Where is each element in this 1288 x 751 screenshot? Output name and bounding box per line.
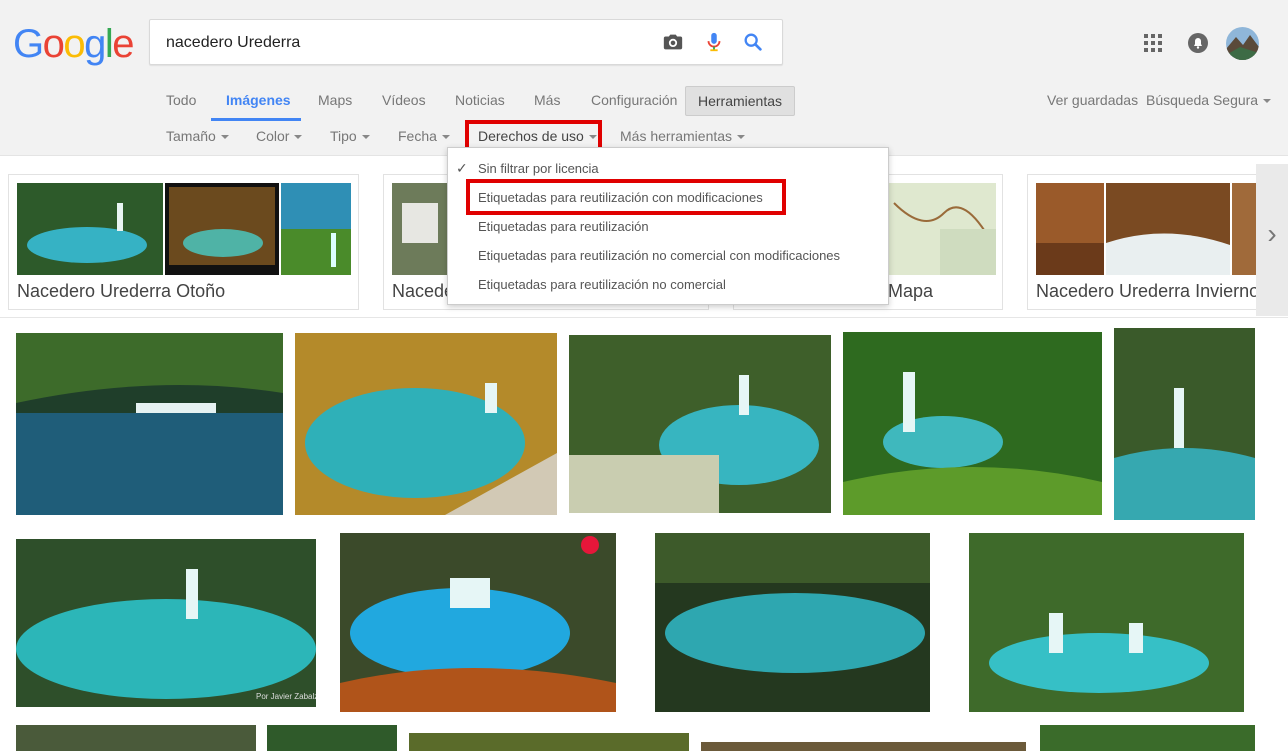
camera-icon[interactable]: [662, 31, 684, 53]
header: Google Todo Imágenes Maps Vídeos Noticia…: [0, 0, 1288, 156]
menu-item-sin-filtrar[interactable]: Sin filtrar por licencia: [478, 161, 599, 176]
related-thumb: [1036, 183, 1104, 275]
related-thumb: [1106, 183, 1230, 275]
chevron-down-icon: [1263, 99, 1272, 104]
tool-fecha[interactable]: Fecha: [398, 128, 450, 144]
google-logo[interactable]: Google: [13, 22, 134, 67]
image-result[interactable]: Por Javier Zabalza: [16, 539, 316, 707]
search-input[interactable]: [164, 20, 648, 66]
related-thumb: [165, 183, 279, 275]
tool-mas-herramientas[interactable]: Más herramientas: [620, 128, 746, 144]
image-result[interactable]: [701, 742, 1026, 751]
tool-label: Color: [256, 128, 290, 144]
menu-item-no-comercial[interactable]: Etiquetadas para reutilización no comerc…: [478, 277, 726, 292]
tool-label: Tamaño: [166, 128, 216, 144]
chevron-down-icon: [220, 135, 229, 140]
saved-link[interactable]: Ver guardadas: [1047, 92, 1138, 108]
tool-label: Tipo: [330, 128, 357, 144]
chevron-down-icon: [441, 135, 450, 140]
tab-todo[interactable]: Todo: [166, 92, 196, 108]
microphone-icon[interactable]: [703, 31, 725, 53]
search-icon[interactable]: [742, 31, 764, 53]
chevron-down-icon: [294, 135, 303, 140]
image-result[interactable]: [655, 533, 930, 712]
image-watermark: Por Javier Zabalza: [256, 692, 316, 701]
image-result[interactable]: [569, 335, 831, 513]
tool-color[interactable]: Color: [256, 128, 303, 144]
tab-imagenes[interactable]: Imágenes: [226, 92, 291, 108]
active-tab-indicator: [211, 118, 301, 121]
image-result[interactable]: [340, 533, 616, 712]
image-result[interactable]: [16, 725, 256, 751]
safe-search-label: Búsqueda Segura: [1146, 92, 1259, 108]
tab-configuracion[interactable]: Configuración: [591, 92, 677, 108]
image-result[interactable]: [295, 333, 557, 515]
divider: [0, 317, 1288, 318]
notifications-icon[interactable]: [1187, 32, 1209, 54]
related-thumb: [1232, 183, 1258, 275]
safe-search-dropdown[interactable]: Búsqueda Segura: [1146, 92, 1272, 108]
tools-button[interactable]: Herramientas: [685, 86, 795, 116]
image-result[interactable]: [1114, 328, 1255, 520]
tab-videos[interactable]: Vídeos: [382, 92, 426, 108]
image-result[interactable]: [409, 733, 689, 751]
related-thumb: [392, 183, 448, 275]
related-label: Nacedero Urederra Otoño: [17, 281, 226, 301]
related-search-card[interactable]: Nacedero Urederra Otoño: [8, 174, 359, 310]
account-avatar[interactable]: [1226, 27, 1259, 60]
highlight-reuse-with-modifications: [466, 179, 786, 215]
image-result[interactable]: [1040, 725, 1255, 751]
related-search-card[interactable]: Nacedero Urederra Invierno: [1027, 174, 1259, 310]
search-box: [149, 19, 783, 66]
image-result[interactable]: [843, 332, 1102, 515]
tool-tamano[interactable]: Tamaño: [166, 128, 229, 144]
menu-item-reutilizacion[interactable]: Etiquetadas para reutilización: [478, 219, 649, 234]
usage-rights-menu: ✓ Sin filtrar por licencia Etiquetadas p…: [447, 147, 889, 305]
menu-item-no-comercial-modificaciones[interactable]: Etiquetadas para reutilización no comerc…: [478, 248, 840, 263]
tab-mas[interactable]: Más: [534, 92, 560, 108]
related-label: Nacedero Urederra Invierno: [1036, 281, 1259, 301]
image-result[interactable]: [267, 725, 397, 751]
tab-noticias[interactable]: Noticias: [455, 92, 505, 108]
related-thumb: [17, 183, 163, 275]
image-result[interactable]: [969, 533, 1244, 712]
tool-tipo[interactable]: Tipo: [330, 128, 370, 144]
tool-label: Fecha: [398, 128, 437, 144]
checkmark-icon: ✓: [456, 160, 468, 176]
related-thumb: [884, 183, 996, 275]
chevron-down-icon: [361, 135, 370, 140]
image-result[interactable]: [16, 333, 283, 515]
tools-row: Tamaño Color Tipo Fecha Derechos de uso …: [0, 126, 900, 146]
apps-grid-icon[interactable]: [1144, 34, 1162, 52]
tool-label: Más herramientas: [620, 128, 733, 144]
chevron-down-icon: [737, 135, 746, 140]
tab-maps[interactable]: Maps: [318, 92, 352, 108]
chevron-right-icon[interactable]: ›: [1256, 164, 1288, 316]
related-thumb: [281, 183, 351, 275]
